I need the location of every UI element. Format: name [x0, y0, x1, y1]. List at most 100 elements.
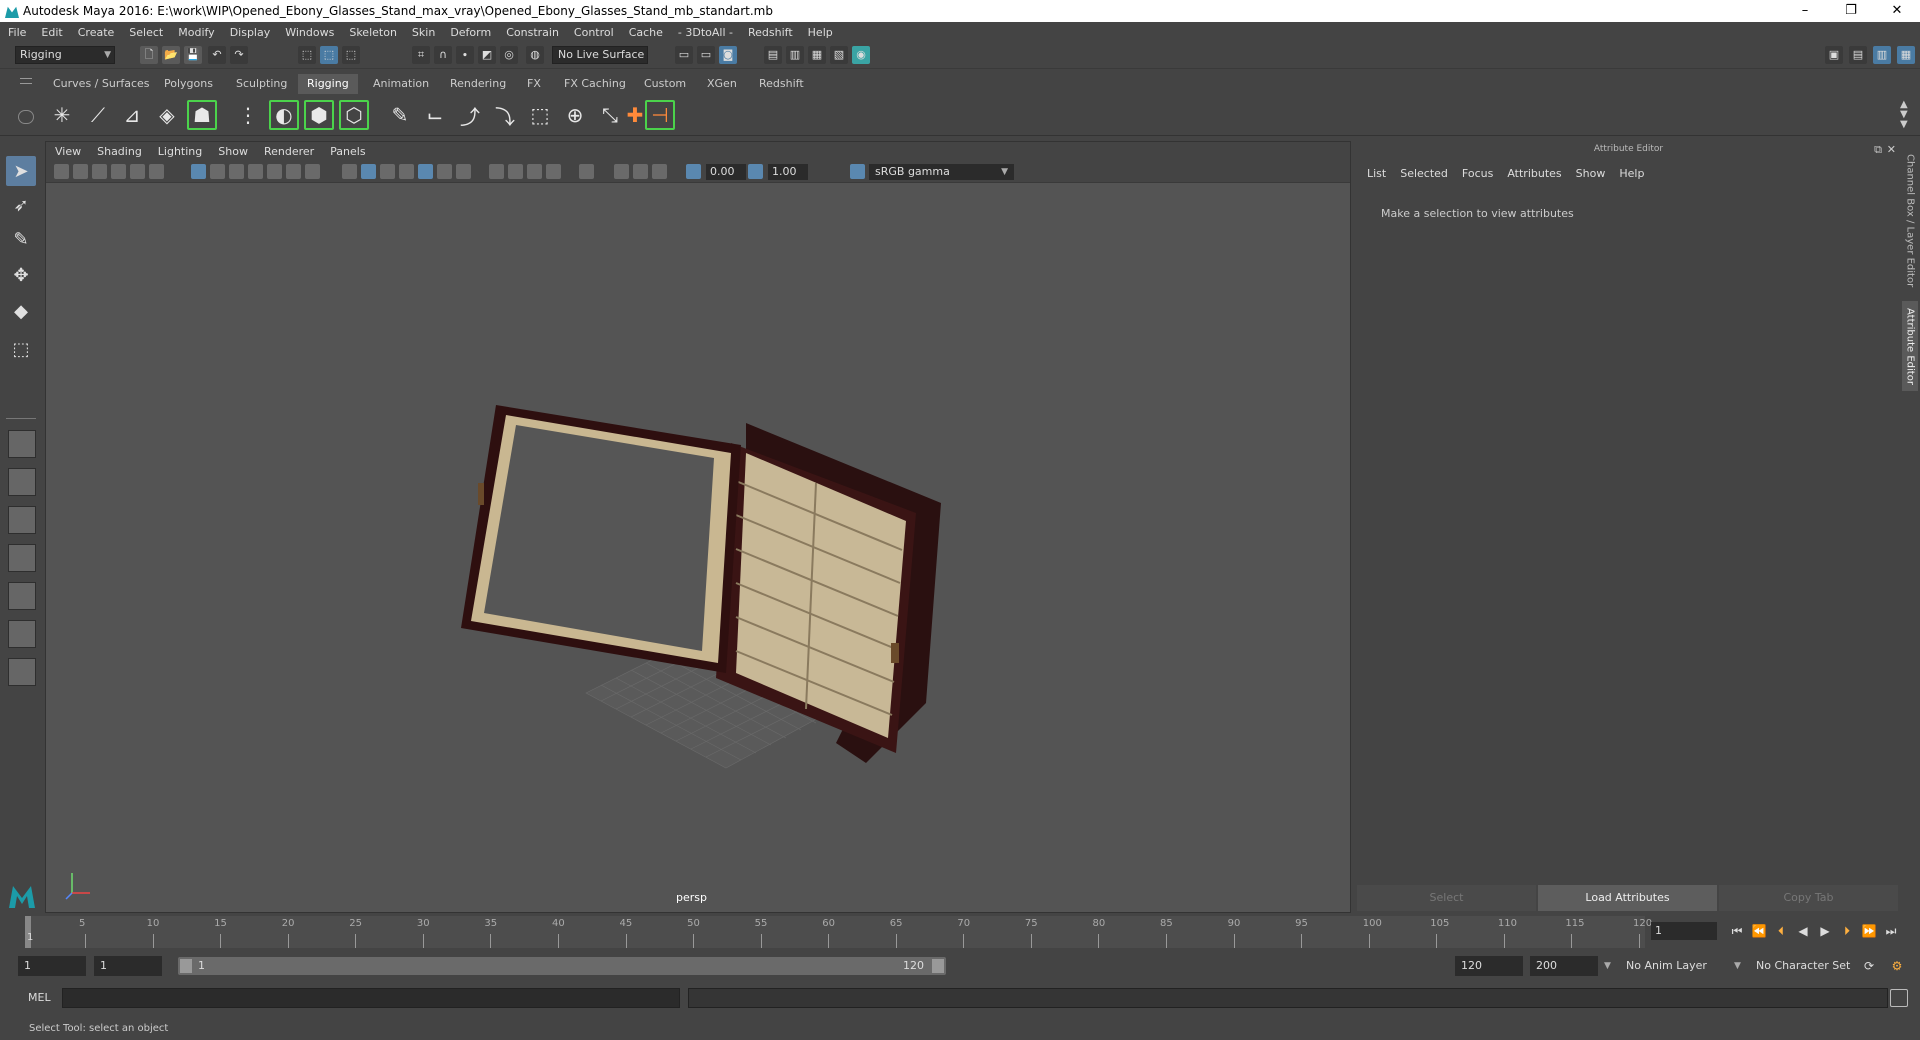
- scale-tool-icon[interactable]: ⬚: [6, 334, 36, 364]
- go-to-start-icon[interactable]: ⏮: [1728, 922, 1746, 940]
- step-back-frame-icon[interactable]: ⏴: [1772, 922, 1790, 940]
- save-scene-icon[interactable]: 💾: [184, 46, 202, 64]
- undo-icon[interactable]: ↶: [208, 46, 226, 64]
- menu-set-dropdown[interactable]: Rigging ▼: [15, 46, 115, 64]
- range-end-handle[interactable]: [932, 959, 944, 973]
- go-to-end-icon[interactable]: ⏭: [1882, 922, 1900, 940]
- current-frame-field[interactable]: 1: [1651, 922, 1717, 940]
- minimize-button[interactable]: –: [1782, 0, 1828, 22]
- time-slider[interactable]: 1 5 10 15 20 25 30 35 40 45 50 55 60 65 70 75 80 85 90 95 1…: [0, 914, 1920, 950]
- use-all-lights-icon[interactable]: [418, 164, 433, 179]
- playback-start-field[interactable]: 1: [94, 956, 162, 976]
- ae-menu-selected[interactable]: Selected: [1400, 167, 1448, 180]
- set-driven-key-icon[interactable]: ⊣: [645, 100, 675, 130]
- menu-deform[interactable]: Deform: [450, 26, 491, 39]
- channel-box-tab[interactable]: Channel Box / Layer Editor: [1902, 151, 1918, 291]
- make-live-icon[interactable]: ◎: [500, 46, 518, 64]
- step-forward-key-icon[interactable]: ⏩: [1860, 922, 1878, 940]
- viewport-menu-shading[interactable]: Shading: [97, 145, 142, 158]
- construction-history-icon[interactable]: ◙: [719, 46, 737, 64]
- tab-curves-surfaces[interactable]: Curves / Surfaces: [44, 74, 159, 94]
- layout-toggle-icon[interactable]: ▤: [1849, 46, 1867, 64]
- bind-skin-icon[interactable]: ◐: [269, 100, 299, 130]
- menu-skeleton[interactable]: Skeleton: [349, 26, 397, 39]
- select-button[interactable]: Select: [1357, 885, 1536, 911]
- menu-file[interactable]: File: [8, 26, 26, 39]
- hypershade-layout-icon[interactable]: [8, 620, 36, 648]
- shadows-icon[interactable]: [437, 164, 452, 179]
- viewport-panel[interactable]: View Shading Lighting Show Renderer Pane…: [45, 141, 1351, 913]
- view-transform-dropdown[interactable]: sRGB gamma ▼: [869, 164, 1014, 180]
- menu-control[interactable]: Control: [574, 26, 614, 39]
- two-pane-layout-icon[interactable]: [8, 506, 36, 534]
- orient-constraint-icon[interactable]: ⤴: [455, 100, 485, 130]
- ae-menu-show[interactable]: Show: [1576, 167, 1606, 180]
- tab-animation[interactable]: Animation: [364, 74, 438, 94]
- tab-custom[interactable]: Custom: [635, 74, 695, 94]
- tab-fx[interactable]: FX: [518, 74, 550, 94]
- camera-attrs-icon[interactable]: [130, 164, 145, 179]
- auto-key-icon[interactable]: ⟳: [1860, 957, 1878, 975]
- smooth-shade-icon[interactable]: [361, 164, 376, 179]
- live-surface-field[interactable]: No Live Surface: [552, 46, 648, 64]
- character-set-dropdown[interactable]: ▼ No Character Set: [1734, 956, 1874, 976]
- playback-end-field[interactable]: 120: [1455, 956, 1523, 976]
- step-forward-frame-icon[interactable]: ⏵: [1838, 922, 1856, 940]
- viewport-menu-show[interactable]: Show: [218, 145, 248, 158]
- ambient-occlusion-icon[interactable]: [489, 164, 504, 179]
- ik-spline-icon[interactable]: ⊿: [117, 100, 147, 130]
- playback-range-bar[interactable]: 1 120: [178, 957, 946, 975]
- gamma-field[interactable]: 1.00: [768, 164, 808, 180]
- safe-title-icon[interactable]: [305, 164, 320, 179]
- lattice-icon[interactable]: ⬢: [304, 100, 334, 130]
- hud-icon[interactable]: [652, 164, 667, 179]
- ae-menu-list[interactable]: List: [1367, 167, 1386, 180]
- start-time-field[interactable]: 1: [18, 956, 86, 976]
- exposure-icon[interactable]: [686, 164, 701, 179]
- tab-fx-caching[interactable]: FX Caching: [555, 74, 635, 94]
- paint-weights-icon[interactable]: ✎: [385, 100, 415, 130]
- select-object-icon[interactable]: ⬚: [320, 46, 338, 64]
- play-backward-icon[interactable]: ◀: [1794, 922, 1812, 940]
- load-attributes-button[interactable]: Load Attributes: [1538, 885, 1717, 911]
- script-language-label[interactable]: MEL: [28, 990, 51, 1006]
- point-constraint-icon[interactable]: ⌙: [420, 100, 450, 130]
- command-input[interactable]: [62, 988, 680, 1008]
- camera-select-icon[interactable]: [54, 164, 69, 179]
- ae-menu-focus[interactable]: Focus: [1462, 167, 1493, 180]
- menu-help[interactable]: Help: [808, 26, 833, 39]
- time-slider-track[interactable]: 1 5 10 15 20 25 30 35 40 45 50 55 60 65 70 75 80 85 90 95 1…: [25, 916, 1652, 948]
- outliner-layout-icon[interactable]: [8, 544, 36, 572]
- move-tool-icon[interactable]: ✥: [6, 260, 36, 290]
- camera-lock-icon[interactable]: [73, 164, 88, 179]
- tab-redshift[interactable]: Redshift: [750, 74, 813, 94]
- ik-handle-icon[interactable]: ⟋: [83, 100, 113, 130]
- tab-xgen[interactable]: XGen: [698, 74, 746, 94]
- snap-grid-icon[interactable]: ⌗: [412, 46, 430, 64]
- snap-point-icon[interactable]: ∙: [456, 46, 474, 64]
- anti-aliasing-icon[interactable]: [527, 164, 542, 179]
- skeleton-icon[interactable]: ⋮: [233, 100, 263, 130]
- copy-tab-button[interactable]: Copy Tab: [1719, 885, 1898, 911]
- tab-sculpting[interactable]: Sculpting: [227, 74, 296, 94]
- four-pane-layout-icon[interactable]: [8, 468, 36, 496]
- render-settings-icon[interactable]: ▧: [830, 46, 848, 64]
- gate-mask-icon[interactable]: [248, 164, 263, 179]
- menu-display[interactable]: Display: [230, 26, 271, 39]
- select-component-icon[interactable]: ⬚: [342, 46, 360, 64]
- lasso-tool-icon[interactable]: ➶: [6, 190, 36, 220]
- shelf-menu-icon[interactable]: [20, 78, 32, 84]
- panel-toggle-icon[interactable]: ▥: [1873, 46, 1891, 64]
- shelf-settings-icon[interactable]: [18, 110, 34, 124]
- shelf-scroll-icon[interactable]: ▲ ▼ ▼: [1900, 100, 1908, 130]
- close-button[interactable]: ✕: [1874, 0, 1920, 22]
- resolution-gate-icon[interactable]: [229, 164, 244, 179]
- xray-joints-icon[interactable]: [614, 164, 629, 179]
- snap-curve-icon[interactable]: ∩: [434, 46, 452, 64]
- attribute-toggle-icon[interactable]: ▦: [1897, 46, 1915, 64]
- custom-layout-icon[interactable]: [8, 658, 36, 686]
- xray-icon[interactable]: [456, 164, 471, 179]
- cluster-icon[interactable]: ⬡: [339, 100, 369, 130]
- wireframe-icon[interactable]: [342, 164, 357, 179]
- hypershade-icon[interactable]: ◉: [852, 46, 870, 64]
